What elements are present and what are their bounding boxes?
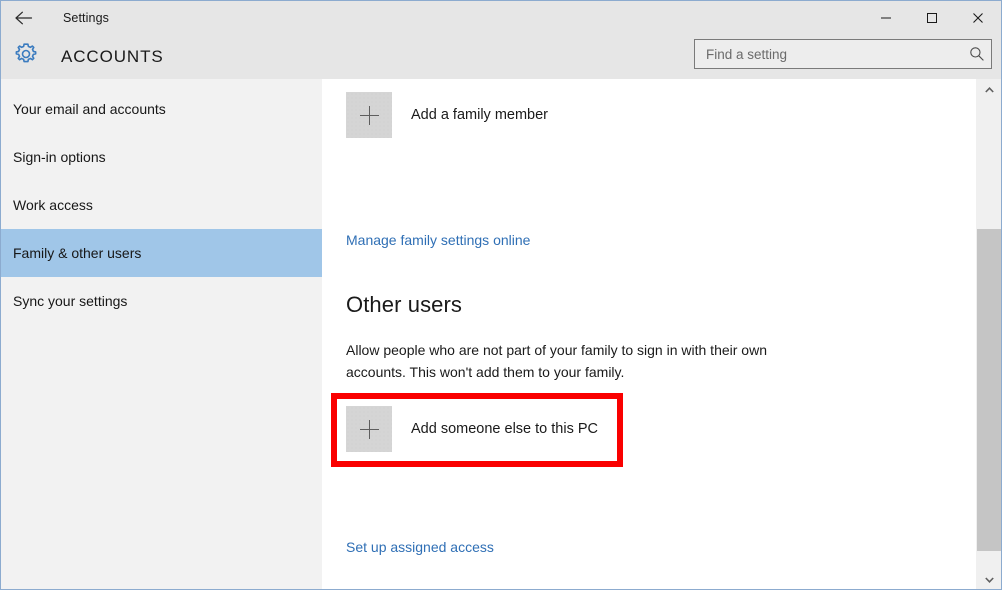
sidebar-item-label: Your email and accounts bbox=[13, 101, 166, 117]
settings-gear bbox=[3, 41, 49, 72]
sidebar-item-your-email-and-accounts[interactable]: Your email and accounts bbox=[1, 85, 322, 133]
search-input[interactable] bbox=[695, 46, 963, 62]
page-title: ACCOUNTS bbox=[61, 46, 164, 66]
body-area: Your email and accounts Sign-in options … bbox=[1, 79, 1001, 589]
sidebar-item-sync-your-settings[interactable]: Sync your settings bbox=[1, 277, 322, 325]
plus-icon bbox=[346, 406, 392, 452]
sidebar-item-label: Sync your settings bbox=[13, 293, 128, 309]
other-users-heading: Other users bbox=[346, 292, 463, 317]
maximize-icon bbox=[926, 12, 938, 24]
minimize-button[interactable] bbox=[863, 1, 909, 34]
close-icon bbox=[972, 12, 984, 24]
add-someone-else-label: Add someone else to this PC bbox=[411, 421, 598, 437]
scroll-up-button[interactable] bbox=[977, 79, 1001, 99]
manage-family-settings-link[interactable]: Manage family settings online bbox=[346, 232, 530, 248]
sidebar-item-label: Work access bbox=[13, 197, 93, 213]
content-inner: Add a family member Manage family settin… bbox=[322, 79, 977, 589]
page-header: ACCOUNTS bbox=[1, 34, 1001, 79]
plus-glyph bbox=[359, 419, 379, 439]
gear-icon bbox=[13, 41, 39, 72]
add-family-member-button[interactable]: Add a family member bbox=[346, 92, 548, 138]
title-bar: Settings bbox=[1, 1, 1001, 34]
chevron-up-icon bbox=[984, 80, 994, 98]
window-title: Settings bbox=[63, 10, 109, 25]
plus-glyph bbox=[359, 105, 379, 125]
close-button[interactable] bbox=[955, 1, 1001, 34]
sidebar-item-label: Family & other users bbox=[13, 245, 142, 261]
content-pane: Add a family member Manage family settin… bbox=[322, 79, 1001, 589]
plus-icon bbox=[346, 92, 392, 138]
settings-window: Settings ACCOUNTS Find a setting Your em… bbox=[0, 0, 1002, 590]
set-up-assigned-access-link[interactable]: Set up assigned access bbox=[346, 539, 494, 555]
sidebar-item-sign-in-options[interactable]: Sign-in options bbox=[1, 133, 322, 181]
sidebar: Your email and accounts Sign-in options … bbox=[1, 79, 322, 589]
search-box[interactable] bbox=[694, 39, 992, 69]
scrollbar-thumb[interactable] bbox=[977, 229, 1001, 551]
maximize-button[interactable] bbox=[909, 1, 955, 34]
other-users-description: Allow people who are not part of your fa… bbox=[346, 342, 767, 380]
search-icon[interactable] bbox=[963, 46, 991, 62]
sidebar-item-work-access[interactable]: Work access bbox=[1, 181, 322, 229]
minimize-icon bbox=[880, 12, 892, 24]
window-controls bbox=[863, 1, 1001, 34]
vertical-scrollbar[interactable] bbox=[976, 79, 1001, 589]
back-arrow-icon bbox=[14, 10, 34, 26]
sidebar-item-label: Sign-in options bbox=[13, 149, 106, 165]
add-family-member-label: Add a family member bbox=[411, 107, 548, 123]
sidebar-item-family-and-other-users[interactable]: Family & other users bbox=[1, 229, 322, 277]
back-button[interactable] bbox=[1, 2, 47, 34]
scroll-down-button[interactable] bbox=[977, 569, 1001, 589]
chevron-down-icon bbox=[984, 570, 994, 588]
add-someone-else-to-this-pc-button[interactable]: Add someone else to this PC bbox=[346, 406, 598, 452]
